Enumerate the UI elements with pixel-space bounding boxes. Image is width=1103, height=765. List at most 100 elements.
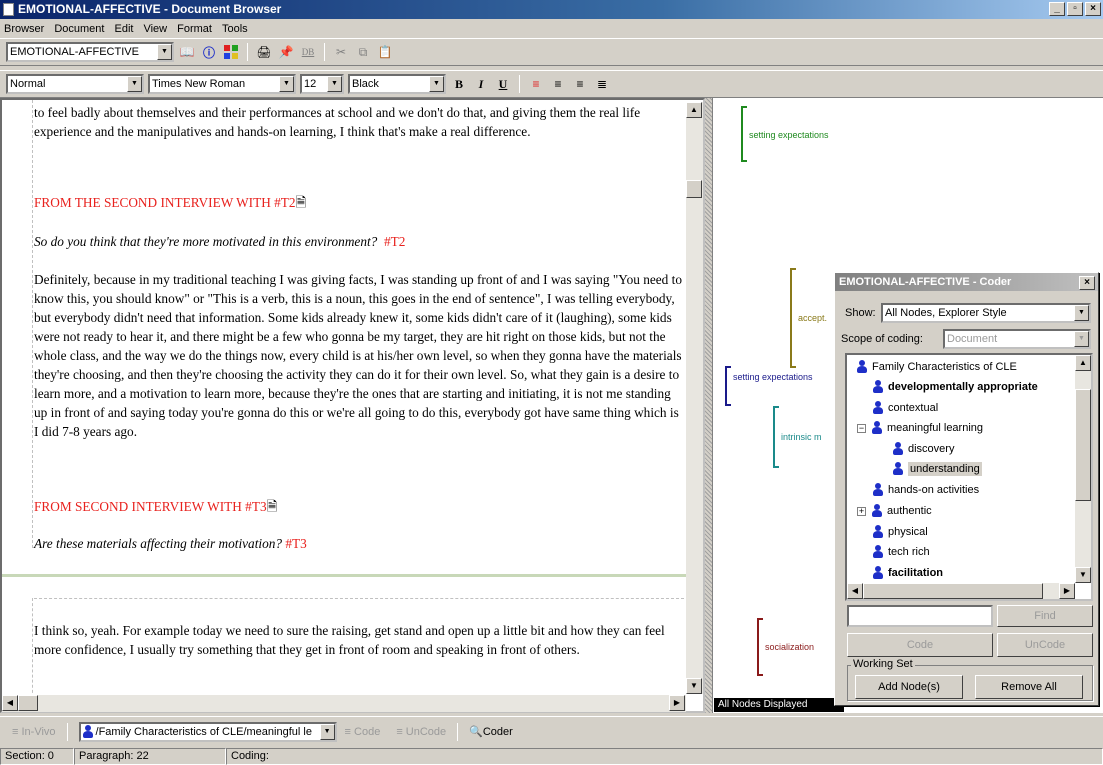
node-tree[interactable]: Family Characteristics of CLE developmen… (845, 353, 1093, 601)
chevron-down-icon[interactable]: ▼ (279, 76, 294, 92)
maximize-button[interactable]: ▫ (1067, 2, 1083, 16)
info-icon[interactable]: ⓘ (200, 43, 218, 61)
coding-stripe[interactable] (757, 618, 763, 676)
toolbar-separator (519, 75, 520, 93)
coder-close-button[interactable]: × (1079, 276, 1095, 290)
pane-splitter[interactable] (705, 98, 712, 713)
document-select[interactable]: EMOTIONAL-AFFECTIVE ▼ (6, 42, 174, 62)
tree-item[interactable]: discovery (893, 439, 954, 459)
grid-colors-icon[interactable] (222, 43, 240, 61)
scroll-thumb[interactable] (1075, 389, 1091, 501)
coder-bar-button[interactable]: 🔍Coder (469, 725, 513, 738)
print-icon[interactable]: 🖨 (255, 43, 273, 61)
tree-item[interactable]: contextual (873, 398, 938, 418)
scroll-left-button[interactable]: ◀ (2, 695, 18, 711)
chevron-down-icon[interactable]: ▼ (429, 76, 444, 92)
chevron-down-icon[interactable]: ▼ (319, 723, 335, 740)
hscroll-thumb[interactable] (18, 695, 38, 711)
find-button[interactable]: Find (997, 605, 1093, 627)
tree-item[interactable]: Family Characteristics of CLE (857, 357, 1017, 377)
tree-scrollbar[interactable]: ▲ ▼ (1075, 355, 1091, 583)
tree-item-selected[interactable]: understanding (893, 459, 982, 479)
document-heading[interactable]: FROM SECOND INTERVIEW WITH #T3🗎 (34, 497, 686, 516)
close-button[interactable]: × (1085, 2, 1101, 16)
show-select[interactable]: All Nodes, Explorer Style ▼ (881, 303, 1091, 323)
scroll-down-button[interactable]: ▼ (1075, 567, 1091, 583)
node-path-select[interactable]: /Family Characteristics of CLE/meaningfu… (78, 721, 337, 742)
invivo-button[interactable]: ≡ In-Vivo (12, 726, 56, 738)
uncode-button[interactable]: UnCode (997, 633, 1093, 657)
coding-stripe[interactable] (741, 106, 747, 162)
scope-select[interactable]: Document ▼ (943, 329, 1091, 349)
tree-item[interactable]: facilitation (873, 563, 943, 583)
note-icon[interactable]: 🗎 (267, 499, 278, 514)
tree-item[interactable]: + authentic (857, 501, 932, 521)
add-nodes-button[interactable]: Add Node(s) (855, 675, 963, 699)
chevron-down-icon[interactable]: ▼ (1074, 331, 1089, 347)
menu-view[interactable]: View (143, 23, 167, 35)
note-icon[interactable]: 🗎 (296, 195, 307, 210)
collapse-icon[interactable]: − (857, 423, 866, 433)
document-paragraph[interactable]: Definitely, because in my traditional te… (34, 270, 686, 441)
section-marker (32, 100, 33, 548)
coding-stripe[interactable] (725, 366, 731, 406)
tree-item[interactable]: tech rich (873, 542, 930, 562)
paste-icon[interactable]: 📋 (376, 43, 394, 61)
menu-format[interactable]: Format (177, 23, 212, 35)
bold-button[interactable]: B (450, 75, 468, 93)
code-bar-button[interactable]: ≡ Code (345, 726, 381, 738)
book-icon[interactable]: 📖 (178, 43, 196, 61)
code-button[interactable]: Code (847, 633, 993, 657)
tree-item[interactable]: hands-on activities (873, 480, 979, 500)
cut-icon[interactable]: ✂ (332, 43, 350, 61)
document-scrollbar[interactable]: ▲ ▼ (686, 102, 703, 694)
copy-icon[interactable]: ⧉ (354, 43, 372, 61)
coder-title-bar[interactable]: EMOTIONAL-AFFECTIVE - Coder (835, 273, 1098, 291)
chevron-down-icon[interactable]: ▼ (327, 76, 342, 92)
document-paragraph[interactable]: I think so, yeah. For example today we n… (34, 621, 686, 659)
document-heading[interactable]: FROM THE SECOND INTERVIEW WITH #T2🗎 (34, 193, 686, 212)
find-input[interactable] (847, 605, 993, 627)
tree-item[interactable]: physical (873, 522, 928, 542)
document-question[interactable]: Are these materials affecting their moti… (34, 534, 686, 553)
menu-browser[interactable]: Browser (4, 23, 44, 35)
scroll-right-button[interactable]: ▶ (1059, 583, 1075, 599)
menu-tools[interactable]: Tools (222, 23, 248, 35)
scroll-up-button[interactable]: ▲ (686, 102, 702, 118)
tree-item[interactable]: developmentally appropriate (873, 377, 1038, 397)
align-left-icon[interactable]: ≡ (527, 75, 545, 93)
scroll-thumb[interactable] (686, 180, 702, 198)
document-paragraph[interactable]: to feel badly about themselves and their… (34, 103, 686, 141)
color-select[interactable]: Black ▼ (348, 74, 446, 94)
underline-button[interactable]: U (494, 75, 512, 93)
chevron-down-icon[interactable]: ▼ (1074, 305, 1089, 321)
remove-all-button[interactable]: Remove All (975, 675, 1083, 699)
db-button[interactable]: DB (299, 43, 317, 61)
minimize-button[interactable]: _ (1049, 2, 1065, 16)
tree-hscrollbar[interactable]: ◀ ▶ (847, 583, 1075, 599)
italic-button[interactable]: I (472, 75, 490, 93)
menu-document[interactable]: Document (54, 23, 104, 35)
scroll-left-button[interactable]: ◀ (847, 583, 863, 599)
chevron-down-icon[interactable]: ▼ (127, 76, 142, 92)
hscroll-thumb[interactable] (863, 583, 1043, 599)
scroll-right-button[interactable]: ▶ (669, 695, 685, 711)
font-select[interactable]: Times New Roman ▼ (148, 74, 296, 94)
style-select[interactable]: Normal ▼ (6, 74, 144, 94)
document-question[interactable]: So do you think that they're more motiva… (34, 232, 686, 251)
chevron-down-icon[interactable]: ▼ (157, 44, 172, 60)
font-size-select[interactable]: 12 ▼ (300, 74, 344, 94)
pin-icon[interactable]: 📌 (277, 43, 295, 61)
coding-stripe[interactable] (790, 268, 796, 368)
uncode-bar-button[interactable]: ≡ UnCode (396, 726, 446, 738)
tree-item[interactable]: − meaningful learning (857, 418, 983, 438)
align-right-icon[interactable]: ≡ (571, 75, 589, 93)
menu-edit[interactable]: Edit (114, 23, 133, 35)
scroll-up-button[interactable]: ▲ (1075, 355, 1091, 371)
coding-stripe[interactable] (773, 406, 779, 468)
align-center-icon[interactable]: ≡ (549, 75, 567, 93)
scroll-down-button[interactable]: ▼ (686, 678, 702, 694)
document-hscrollbar[interactable]: ◀ ▶ (2, 695, 686, 712)
align-justify-icon[interactable]: ≣ (593, 75, 611, 93)
expand-icon[interactable]: + (857, 506, 866, 516)
